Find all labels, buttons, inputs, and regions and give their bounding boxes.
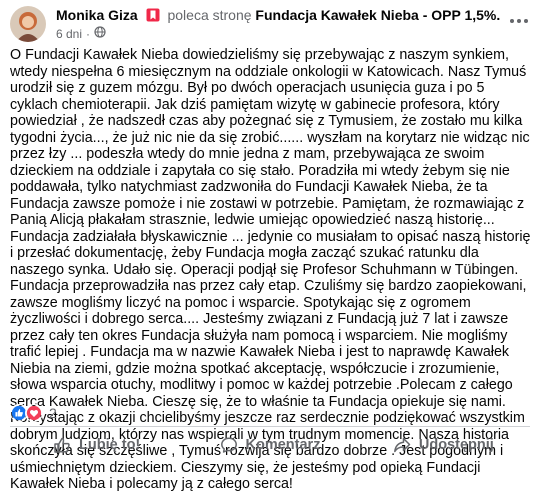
globe-icon [94,26,106,41]
post-title-line: Monika Giza poleca stronę Fundacja Kawał… [56,7,500,25]
more-options-button[interactable] [504,6,534,36]
comment-button[interactable]: Komentarz [183,430,356,460]
post-header: Monika Giza poleca stronę Fundacja Kawał… [0,0,540,42]
thumbs-up-icon [54,437,70,453]
comment-label: Komentarz [245,437,321,453]
more-dots-icon [510,19,528,23]
reactions-count: 2 [49,405,57,421]
like-label: Lubię to! [79,437,141,453]
comment-icon [220,437,237,453]
post-actions-bar: Lubię to! Komentarz Udostępnij [10,430,530,460]
post-meta: 6 dni · [56,26,106,41]
recommend-verb: poleca stronę [167,7,252,23]
reactions-summary[interactable]: 2 [10,404,57,422]
share-icon [393,437,411,453]
meta-separator: · [86,26,91,41]
share-label: Udostępnij [418,437,494,453]
like-button[interactable]: Lubię to! [10,430,183,460]
recommend-icon [146,8,160,25]
author-avatar[interactable] [10,6,46,42]
post-time[interactable]: 6 dni [56,27,82,41]
page-name-link[interactable]: Fundacja Kawałek Nieba - OPP 1,5%. [255,7,500,23]
love-icon [25,404,43,422]
actions-divider [10,426,530,427]
share-button[interactable]: Udostępnij [357,430,530,460]
author-name[interactable]: Monika Giza [56,7,138,23]
